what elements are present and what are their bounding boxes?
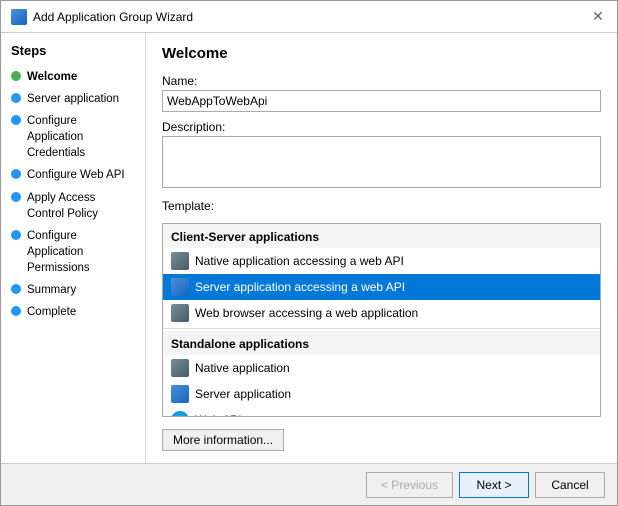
description-input[interactable]	[162, 136, 601, 188]
template-item-label-native-web-api: Native application accessing a web API	[195, 254, 404, 268]
template-item-server-web-api[interactable]: Server application accessing a web API	[163, 274, 600, 300]
step-dot-access	[11, 192, 21, 202]
template-separator	[163, 328, 600, 329]
step-dot-credentials	[11, 115, 21, 125]
native-app-icon-2	[171, 304, 189, 322]
step-label-credentials: Configure Application Credentials	[27, 113, 135, 161]
webapi-icon-1	[171, 411, 189, 417]
template-label: Template:	[162, 199, 601, 213]
sidebar-item-configure-web-api[interactable]: Configure Web API	[1, 164, 145, 186]
server-app-icon-2	[171, 385, 189, 403]
step-label-complete: Complete	[27, 304, 76, 320]
page-title: Welcome	[162, 45, 601, 62]
sidebar-item-access-control[interactable]: Apply Access Control Policy	[1, 187, 145, 225]
sidebar-item-server-application[interactable]: Server application	[1, 88, 145, 110]
step-dot-permissions	[11, 230, 21, 240]
sidebar-heading: Steps	[1, 43, 145, 66]
template-item-native-web-api[interactable]: Native application accessing a web API	[163, 248, 600, 274]
next-button[interactable]: Next >	[459, 472, 529, 498]
dialog-body: Steps Welcome Server application Configu…	[1, 33, 617, 463]
cancel-button[interactable]: Cancel	[535, 472, 605, 498]
step-dot-complete	[11, 306, 21, 316]
dialog-title: Add Application Group Wizard	[33, 10, 193, 24]
template-item-label-server-web-api: Server application accessing a web API	[195, 280, 405, 294]
title-bar-left: Add Application Group Wizard	[11, 9, 193, 25]
step-label-access: Apply Access Control Policy	[27, 190, 135, 222]
dialog: Add Application Group Wizard ✕ Steps Wel…	[0, 0, 618, 506]
sidebar-item-welcome[interactable]: Welcome	[1, 66, 145, 88]
template-item-standalone-server[interactable]: Server application	[163, 381, 600, 407]
step-label-welcome: Welcome	[27, 69, 77, 85]
template-item-label-standalone-native: Native application	[195, 361, 290, 375]
server-app-icon-1	[171, 278, 189, 296]
footer: < Previous Next > Cancel	[1, 463, 617, 505]
step-label-permissions: Configure Application Permissions	[27, 228, 135, 276]
native-app-icon-3	[171, 359, 189, 377]
more-info-button[interactable]: More information...	[162, 429, 284, 451]
close-button[interactable]: ✕	[589, 8, 607, 26]
description-field-group: Description:	[162, 120, 601, 191]
step-dot-summary	[11, 284, 21, 294]
name-input[interactable]	[162, 90, 601, 112]
step-label-summary: Summary	[27, 282, 76, 298]
template-item-standalone-webapi[interactable]: Web API	[163, 407, 600, 417]
step-dot-server	[11, 93, 21, 103]
step-dot-welcome	[11, 71, 21, 81]
app-icon	[11, 9, 27, 25]
step-label-server: Server application	[27, 91, 119, 107]
template-item-label-standalone-server: Server application	[195, 387, 291, 401]
template-item-standalone-native[interactable]: Native application	[163, 355, 600, 381]
sidebar: Steps Welcome Server application Configu…	[1, 33, 146, 463]
group-label-client-server: Client-Server applications	[163, 224, 600, 248]
main-content: Welcome Name: Description: Template: Cli…	[146, 33, 617, 463]
template-list: Client-Server applications Native applic…	[162, 223, 601, 417]
title-bar: Add Application Group Wizard ✕	[1, 1, 617, 33]
previous-button[interactable]: < Previous	[366, 472, 453, 498]
sidebar-item-complete[interactable]: Complete	[1, 301, 145, 323]
native-app-icon-1	[171, 252, 189, 270]
sidebar-item-configure-permissions[interactable]: Configure Application Permissions	[1, 225, 145, 279]
sidebar-item-summary[interactable]: Summary	[1, 279, 145, 301]
sidebar-item-configure-credentials[interactable]: Configure Application Credentials	[1, 110, 145, 164]
step-dot-webapi	[11, 169, 21, 179]
name-field-group: Name:	[162, 74, 601, 112]
description-label: Description:	[162, 120, 601, 134]
group-label-standalone: Standalone applications	[163, 331, 600, 355]
template-item-label-web-browser: Web browser accessing a web application	[195, 306, 418, 320]
name-label: Name:	[162, 74, 601, 88]
template-item-label-standalone-webapi: Web API	[195, 413, 241, 417]
step-label-webapi: Configure Web API	[27, 167, 125, 183]
template-item-web-browser-app[interactable]: Web browser accessing a web application	[163, 300, 600, 326]
